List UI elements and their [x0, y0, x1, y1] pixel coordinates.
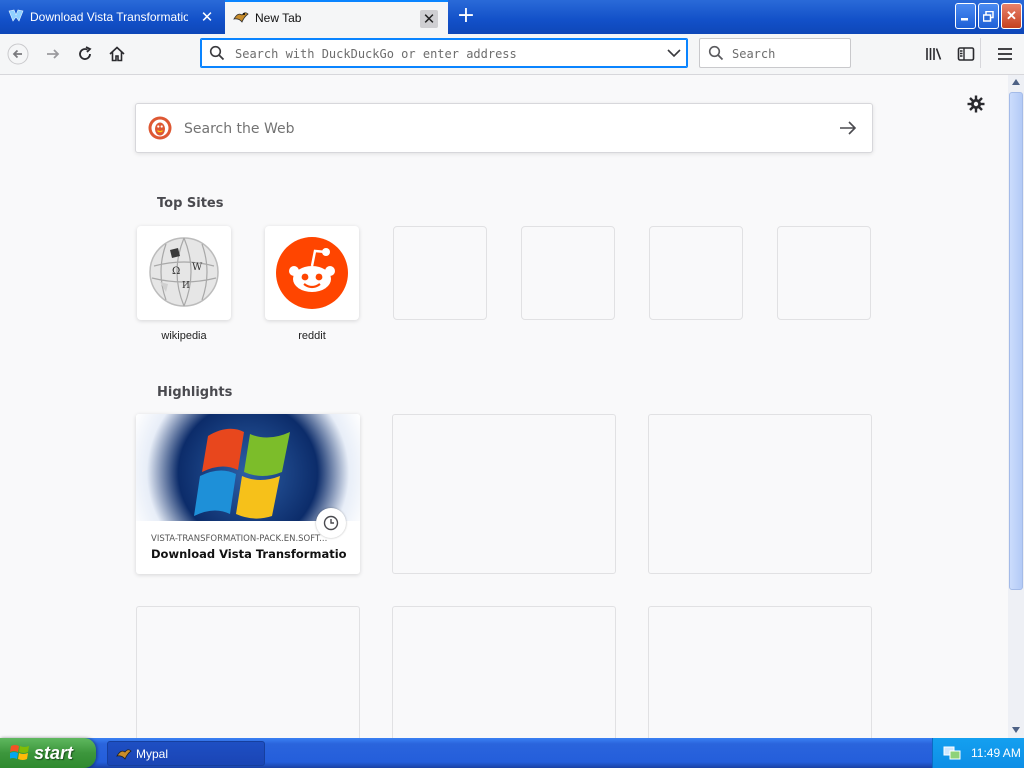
- search-bar[interactable]: [699, 38, 851, 68]
- reload-button[interactable]: [73, 42, 97, 66]
- reddit-alien-icon: [276, 237, 348, 309]
- chevron-down-icon: [667, 49, 681, 58]
- forward-button[interactable]: [41, 42, 65, 66]
- clock-text: 11:49 AM: [971, 746, 1021, 760]
- svg-text:И: И: [182, 281, 190, 291]
- customize-gear-icon[interactable]: [966, 94, 986, 114]
- close-tab-icon[interactable]: ✕: [420, 10, 438, 28]
- top-sites-heading: Top Sites: [157, 196, 224, 211]
- web-search-box[interactable]: [135, 103, 873, 153]
- wikipedia-globe-icon: Ω W И: [149, 237, 219, 307]
- mypal-app-icon: [116, 748, 132, 760]
- sidebar-button[interactable]: [954, 42, 978, 66]
- forward-arrow-icon: [47, 49, 60, 59]
- highlight-empty-slot: [392, 606, 616, 738]
- highlights-heading: Highlights: [157, 385, 233, 400]
- new-tab-plus-icon[interactable]: +: [456, 5, 476, 27]
- system-tray: 11:49 AM: [932, 738, 1024, 768]
- home-icon: [109, 46, 125, 62]
- search-input[interactable]: [730, 44, 846, 64]
- highlight-empty-slot: [392, 414, 616, 574]
- restore-button[interactable]: [978, 3, 999, 29]
- reload-icon: [79, 46, 92, 60]
- minimize-button[interactable]: [955, 3, 976, 29]
- vista-favicon-icon: [8, 9, 24, 26]
- svg-text:W: W: [192, 262, 203, 273]
- top-site-empty-slot: [649, 226, 743, 320]
- sidebar-icon: [957, 47, 975, 61]
- highlight-empty-slot: [648, 414, 872, 574]
- scrollbar-thumb[interactable]: [1009, 92, 1023, 590]
- top-site-empty-slot: [393, 226, 487, 320]
- search-icon: [708, 45, 724, 61]
- tab-title: Download Vista Transformation Pa: [30, 10, 188, 24]
- top-site-tile[interactable]: [265, 226, 359, 320]
- mypal-favicon-icon: [233, 10, 249, 27]
- tab-download-vista[interactable]: Download Vista Transformation Pa ✕: [0, 0, 224, 34]
- highlight-title: Download Vista Transformation ...: [151, 547, 347, 561]
- taskbar-item-label: Mypal: [136, 746, 169, 761]
- top-site-label: reddit: [298, 330, 326, 342]
- highlight-thumbnail: [136, 414, 360, 521]
- top-site-label: wikipedia: [161, 330, 207, 342]
- library-icon: [926, 48, 942, 60]
- new-tab-page: Top Sites Ω W И wikipedia reddit: [0, 75, 1008, 738]
- highlight-empty-slot: [648, 606, 872, 738]
- duckduckgo-logo-icon: [148, 116, 172, 140]
- highlight-card[interactable]: VISTA-TRANSFORMATION-PACK.EN.SOFT... Dow…: [136, 414, 360, 574]
- search-icon: [209, 45, 225, 61]
- library-button[interactable]: [922, 42, 946, 66]
- scroll-down-arrow-icon: [1012, 727, 1020, 733]
- highlight-empty-slot: [136, 606, 360, 738]
- back-arrow-icon: [7, 43, 29, 65]
- scroll-up-arrow-icon: [1012, 79, 1020, 85]
- menu-button[interactable]: [993, 42, 1017, 66]
- svg-text:Ω: Ω: [172, 266, 180, 277]
- close-tab-icon[interactable]: ✕: [198, 8, 216, 26]
- taskbar-item-mypal[interactable]: Mypal: [107, 741, 265, 766]
- windows-logo-icon: [194, 428, 290, 519]
- start-button[interactable]: start: [0, 738, 96, 768]
- top-site-empty-slot: [521, 226, 615, 320]
- address-input[interactable]: [233, 44, 657, 64]
- tab-title: New Tab: [255, 11, 302, 25]
- web-search-input[interactable]: [182, 118, 826, 140]
- top-site-empty-slot: [777, 226, 871, 320]
- hamburger-menu-icon: [998, 48, 1012, 60]
- highlight-url: VISTA-TRANSFORMATION-PACK.EN.SOFT...: [151, 534, 328, 544]
- top-site-tile[interactable]: Ω W И: [137, 226, 231, 320]
- arrow-right-icon: [840, 121, 857, 135]
- tab-new-tab[interactable]: New Tab ✕: [225, 0, 448, 34]
- network-tray-icon: [943, 746, 961, 760]
- toolbar-separator: [980, 38, 981, 68]
- close-window-button[interactable]: ✕: [1001, 3, 1022, 29]
- windows-flag-icon: [10, 745, 29, 760]
- back-button[interactable]: [6, 42, 30, 66]
- start-label: start: [34, 742, 74, 763]
- home-button[interactable]: [105, 42, 129, 66]
- address-bar[interactable]: [200, 38, 688, 68]
- navigation-toolbar: [0, 34, 1024, 75]
